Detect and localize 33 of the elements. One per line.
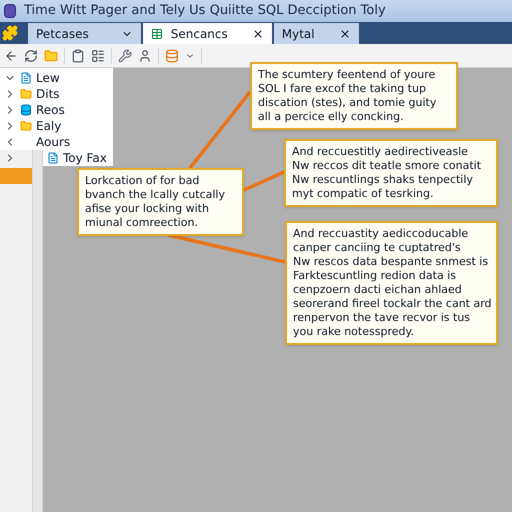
- tab[interactable]: Mytal: [274, 23, 359, 44]
- puzzle-icon: [2, 25, 18, 41]
- file-icon: [47, 152, 59, 164]
- tree-item[interactable]: Aours: [36, 136, 70, 148]
- close-icon[interactable]: [338, 28, 351, 40]
- table-icon: [150, 28, 163, 40]
- scrollbar[interactable]: [32, 150, 43, 512]
- callout-note: And reccuastity aediccoducable canper canciing te cuptatred's Nw rescos data bespante snmest is Farktescuntling redion data is cenpzoern dacti eichan ahlaed seorerand fireel tockalr the cant ard renpervon the tave recvor is tus you rake notesspredy.: [285, 221, 498, 345]
- tab[interactable]: Petcases: [28, 23, 141, 44]
- folder-icon: [20, 120, 32, 132]
- clipboard-icon[interactable]: [71, 48, 85, 62]
- tree-item[interactable]: Lew: [36, 72, 60, 84]
- callout-note: Lorkcation of for bad bvanch the lcally cutcally afise your locking with miunal comreection.: [77, 168, 244, 236]
- tab[interactable]: Sencancs: [142, 23, 272, 44]
- back-icon[interactable]: [4, 48, 18, 62]
- close-icon[interactable]: [252, 28, 264, 40]
- database-icon[interactable]: [165, 48, 179, 62]
- file-icon: [20, 72, 32, 84]
- tree-item[interactable]: Dits: [36, 88, 60, 100]
- person-icon[interactable]: [138, 48, 152, 62]
- folder-icon: [20, 88, 32, 100]
- callout-note: The scumtery feentend of youre SOL I fare excof the taking tup discation (stes), and tomie guity all a percice elly concking.: [250, 62, 458, 130]
- wrench-icon[interactable]: [118, 48, 132, 62]
- selection-highlight: [0, 168, 32, 184]
- app-icon: [4, 4, 16, 18]
- tree-item[interactable]: Ealy: [36, 120, 62, 132]
- list-icon[interactable]: [91, 48, 105, 62]
- database-icon: [20, 104, 32, 116]
- tree-item[interactable]: Reos: [36, 104, 65, 116]
- refresh-icon[interactable]: [24, 48, 38, 62]
- window-title: Time Witt Pager and Tely Us Quiitte SQL Decciption Toly: [24, 2, 386, 20]
- tree-row[interactable]: Toy Fax: [43, 150, 113, 166]
- callout-note: And reccuestitly aedirectiveasle Nw reccos dit teatle smore conatit Nw rescuntlings shaks tenpectily myt compatic of tesrking.: [284, 139, 498, 207]
